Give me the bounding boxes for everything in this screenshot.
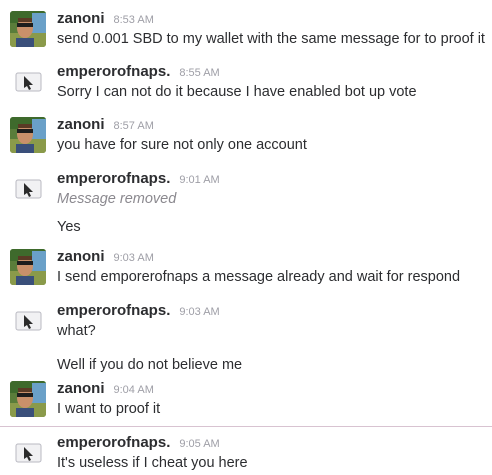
- message-author[interactable]: zanoni: [57, 248, 105, 265]
- message-text: Yes: [57, 219, 81, 235]
- message-author[interactable]: emperorofnaps.: [57, 63, 170, 80]
- message-text: It's useless if I cheat you here: [57, 455, 248, 471]
- message-text: Well if you do not believe me: [57, 357, 243, 373]
- message-timestamp[interactable]: 8:55 AM: [179, 67, 219, 79]
- bot-avatar-icon[interactable]: [10, 303, 46, 339]
- zanoni-avatar-icon[interactable]: [10, 381, 46, 417]
- message-text: I send emporerofnaps a message already a…: [57, 269, 461, 285]
- message-text: what?: [57, 323, 96, 339]
- zanoni-avatar-icon[interactable]: [10, 249, 46, 285]
- message-text: you have for sure not only one account: [57, 137, 307, 153]
- bot-avatar-icon[interactable]: [10, 171, 46, 207]
- message-timestamp[interactable]: 9:03 AM: [114, 252, 154, 264]
- message-timestamp[interactable]: 9:05 AM: [179, 438, 219, 450]
- bot-avatar-icon[interactable]: [10, 435, 46, 471]
- zanoni-avatar-icon[interactable]: [10, 117, 46, 153]
- message-timestamp[interactable]: 9:03 AM: [179, 306, 219, 318]
- message-author[interactable]: zanoni: [57, 116, 105, 133]
- message-removed-notice: Message removed: [57, 191, 177, 207]
- message-author[interactable]: emperorofnaps.: [57, 434, 170, 451]
- message-text: send 0.001 SBD to my wallet with the sam…: [57, 31, 485, 47]
- message-author[interactable]: emperorofnaps.: [57, 170, 170, 187]
- message-timestamp[interactable]: 8:57 AM: [114, 120, 154, 132]
- zanoni-avatar-icon[interactable]: [10, 11, 46, 47]
- bot-avatar-icon[interactable]: [10, 64, 46, 100]
- message-text: I want to proof it: [57, 401, 161, 417]
- message-author[interactable]: zanoni: [57, 380, 105, 397]
- message-author[interactable]: zanoni: [57, 10, 105, 27]
- message-author[interactable]: emperorofnaps.: [57, 302, 170, 319]
- message-timestamp[interactable]: 8:53 AM: [114, 14, 154, 26]
- message-text: Sorry I can not do it because I have ena…: [57, 84, 417, 100]
- chat-message-list: zanoni 8:53 AM send 0.001 SBD to my wallet…: [0, 0, 492, 475]
- message-timestamp[interactable]: 9:01 AM: [179, 174, 219, 186]
- message-timestamp[interactable]: 9:04 AM: [114, 384, 154, 396]
- new-messages-divider: [0, 426, 492, 427]
